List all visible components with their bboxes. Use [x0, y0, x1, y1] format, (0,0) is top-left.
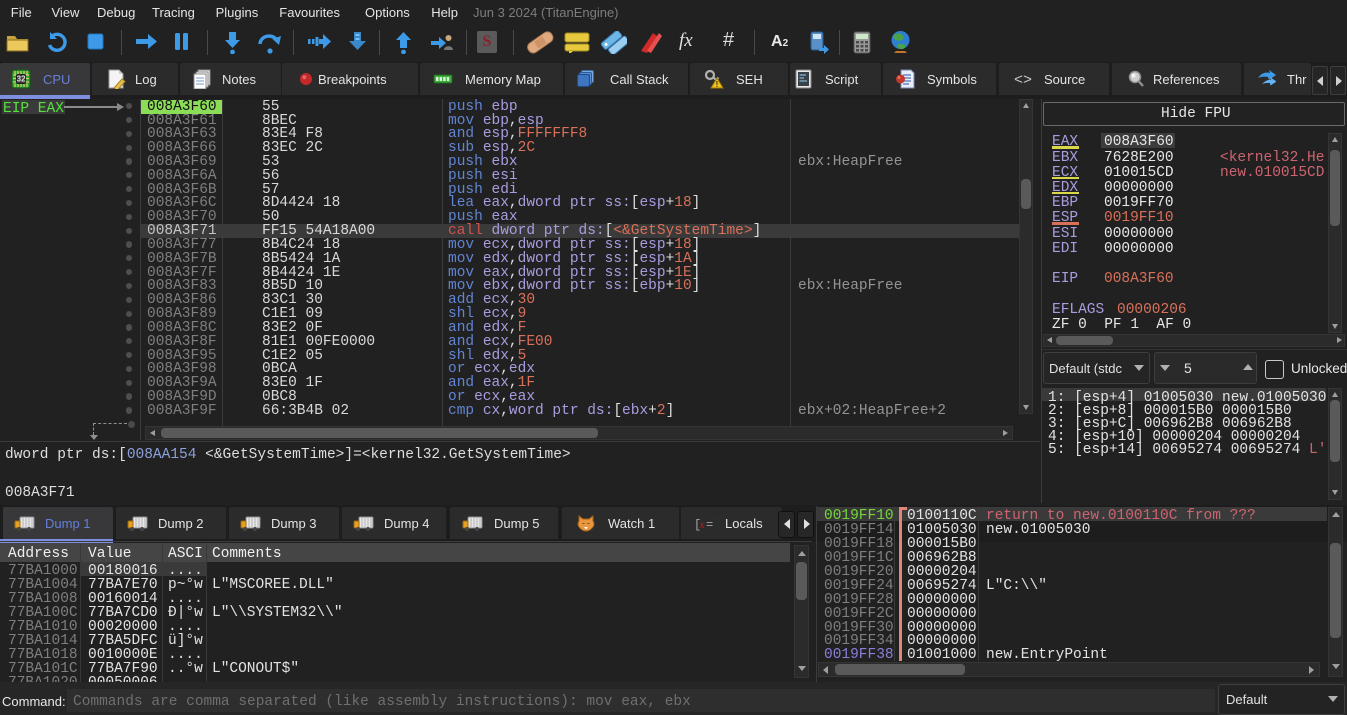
svg-text:!: ! — [716, 80, 719, 89]
svg-text:<>: <> — [1014, 72, 1032, 89]
svg-text:32: 32 — [17, 75, 26, 84]
svg-text:=]: =] — [706, 518, 715, 532]
svg-text:x: x — [699, 519, 706, 531]
